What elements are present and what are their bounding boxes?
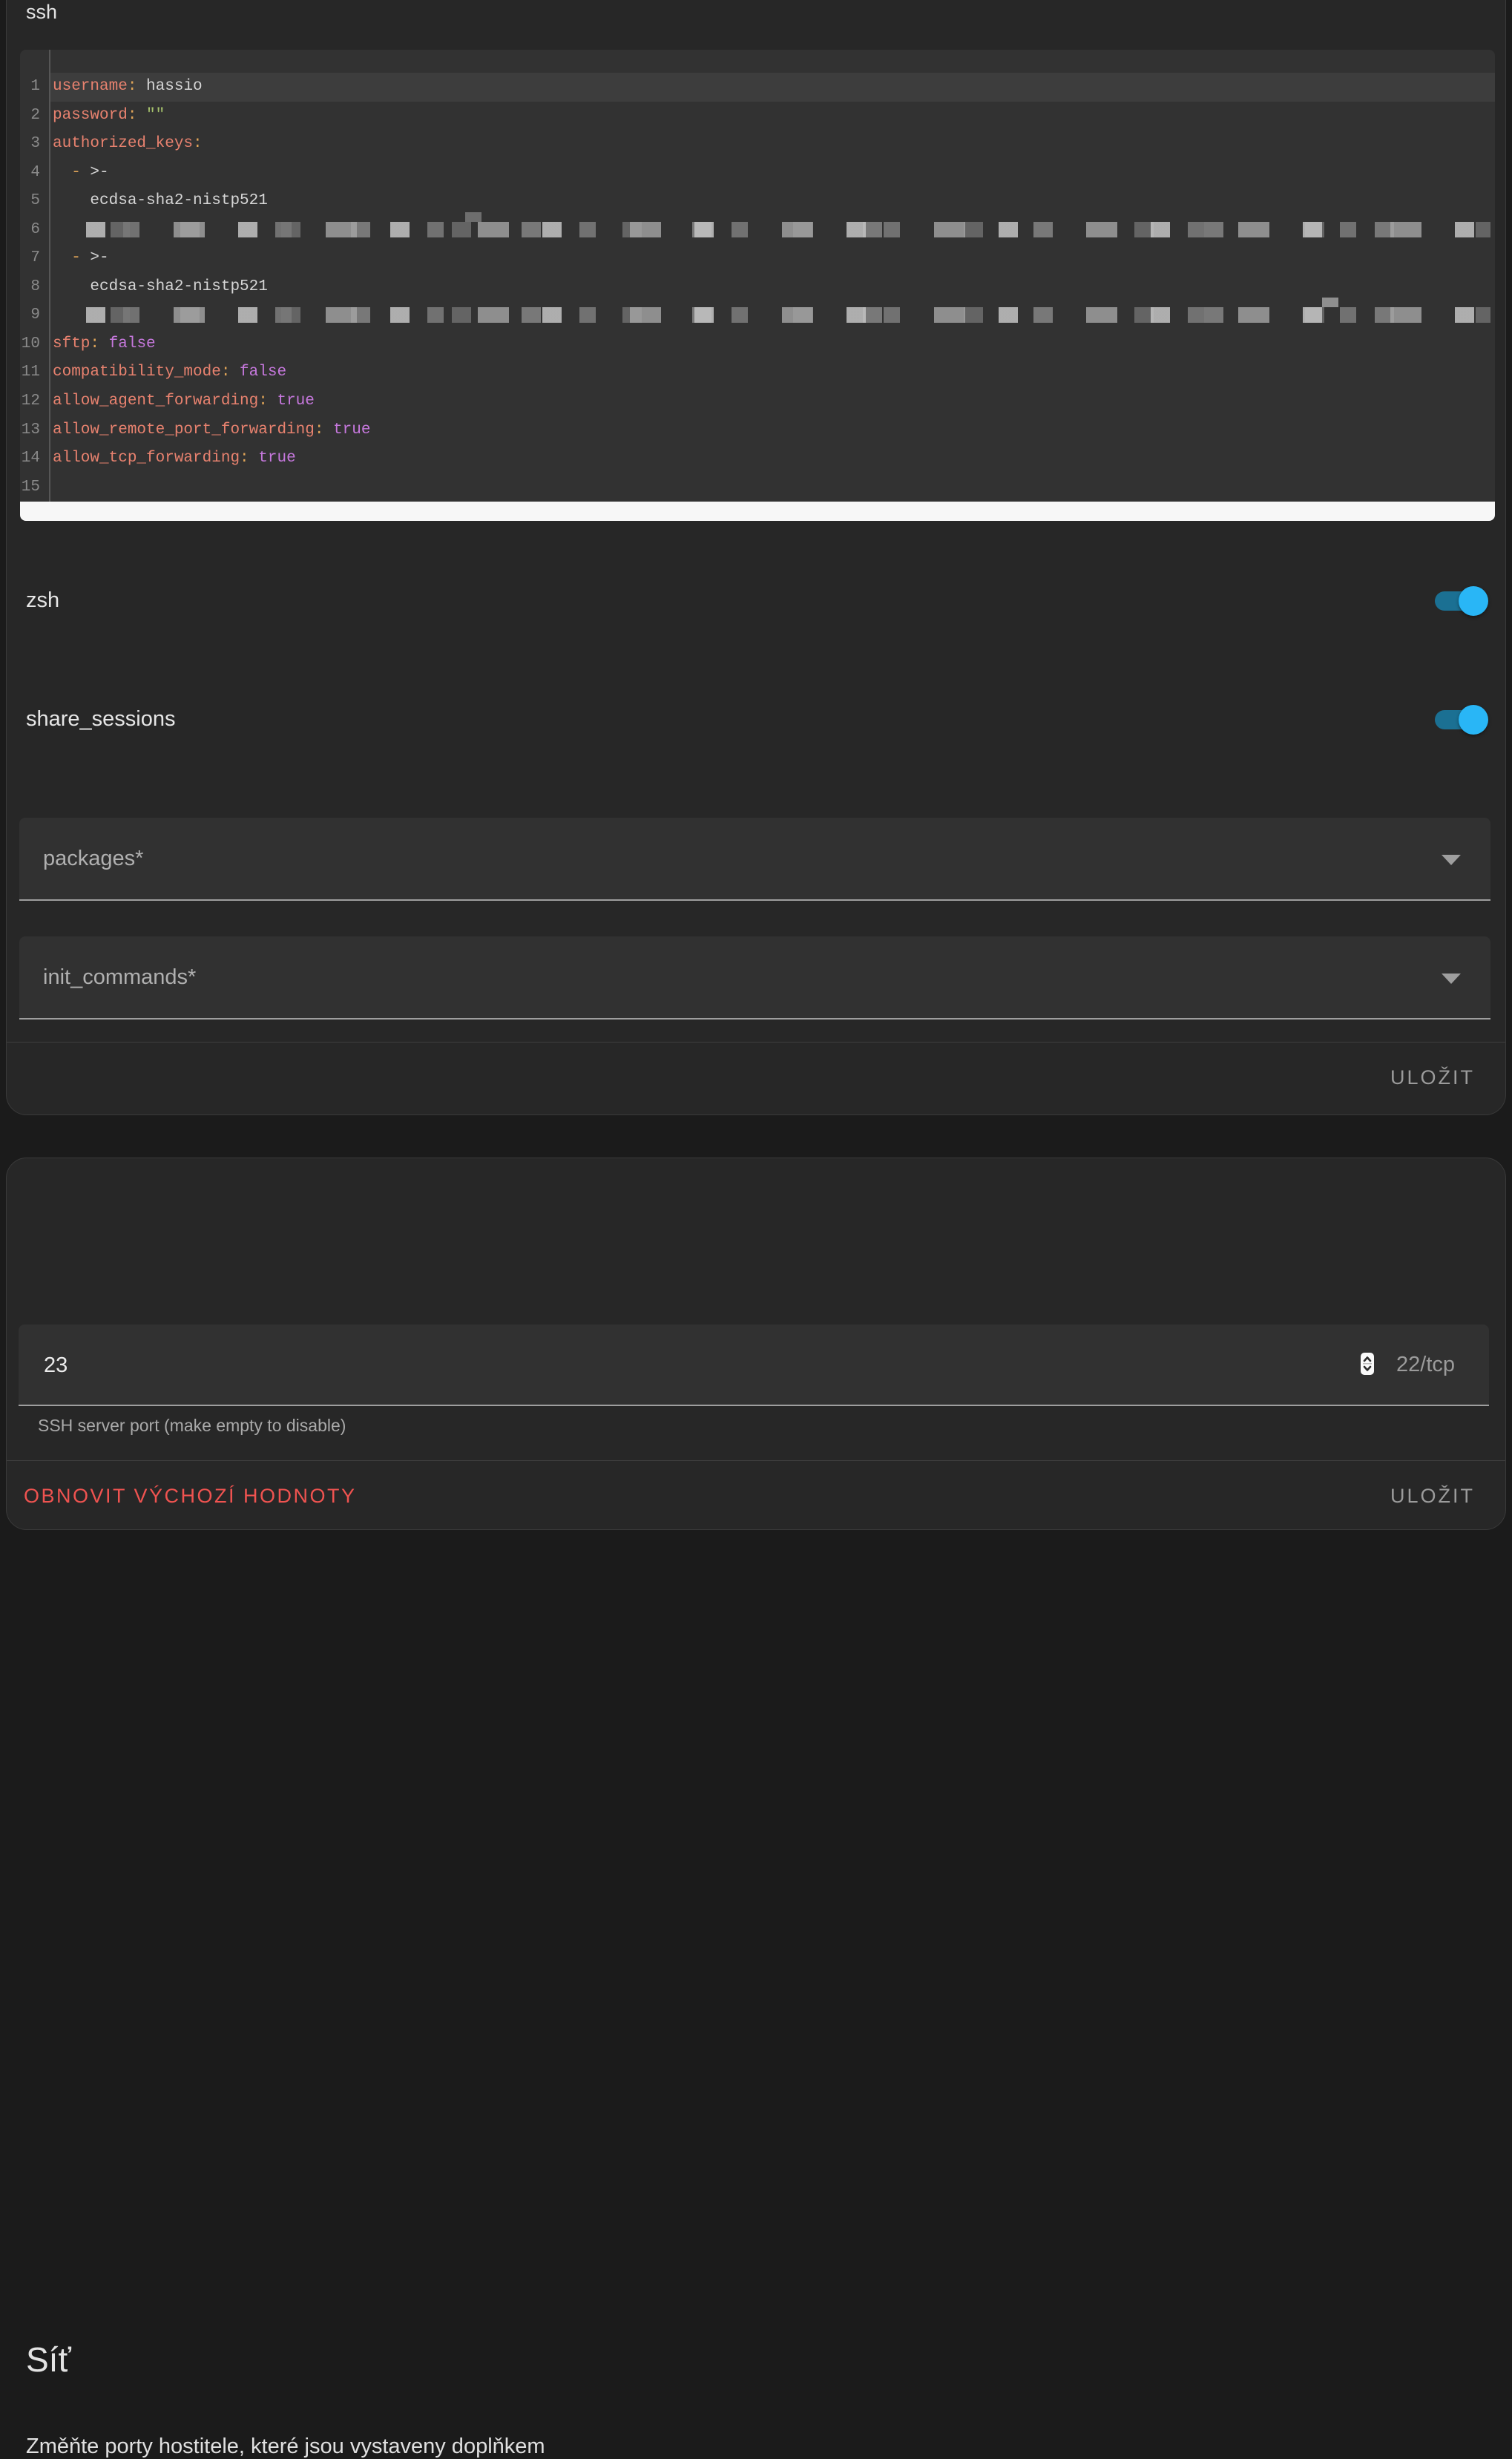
line-number: 5: [20, 187, 49, 216]
code-line: [50, 216, 1495, 245]
line-number: 9: [20, 301, 49, 330]
toggle-thumb: [1459, 705, 1488, 735]
share-sessions-toggle[interactable]: [1435, 705, 1488, 735]
editor-horizontal-scrollbar[interactable]: [20, 502, 1495, 521]
line-number: 3: [20, 130, 49, 159]
code-line: [50, 301, 1495, 330]
save-button[interactable]: ULOŽIT: [1390, 1485, 1475, 1508]
save-button[interactable]: ULOŽIT: [1390, 1066, 1475, 1089]
redacted-key-blur: [86, 222, 1490, 237]
code-line: - >-: [50, 244, 1495, 273]
zsh-label: zsh: [26, 588, 59, 613]
line-number: 15: [20, 473, 49, 502]
line-number: 12: [20, 387, 49, 416]
line-number: 11: [20, 358, 49, 387]
line-number: 13: [20, 416, 49, 445]
network-description: Změňte porty hostitele, které jsou vysta…: [26, 2435, 545, 2459]
code-line: allow_remote_port_forwarding: true: [50, 416, 1495, 445]
config-footer-divider: [7, 1042, 1505, 1043]
port-mapping-label: 22/tcp: [1396, 1324, 1455, 1405]
code-line: allow_agent_forwarding: true: [50, 387, 1495, 416]
chevron-down-icon: [1442, 855, 1461, 865]
init-commands-select-label: init_commands*: [43, 965, 196, 990]
editor-code[interactable]: username: hassiopassword: ""authorized_k…: [50, 50, 1495, 502]
code-line: ecdsa-sha2-nistp521: [50, 273, 1495, 302]
port-helper-text: SSH server port (make empty to disable): [38, 1416, 346, 1436]
line-number: 1: [20, 73, 49, 102]
line-number: 2: [20, 102, 49, 131]
line-number: 4: [20, 159, 49, 188]
toggle-thumb: [1459, 586, 1488, 616]
code-line: password: "": [50, 102, 1495, 131]
port-field: 22/tcp: [19, 1324, 1489, 1406]
line-number: 6: [20, 216, 49, 245]
code-line: sftp: false: [50, 330, 1495, 359]
code-line: username: hassio: [50, 73, 1495, 102]
editor-gutter: 123456789101112131415: [20, 50, 50, 502]
packages-select-label: packages*: [43, 847, 143, 871]
number-stepper[interactable]: [1361, 1353, 1374, 1375]
code-line: allow_tcp_forwarding: true: [50, 444, 1495, 473]
chevron-down-icon: [1442, 974, 1461, 984]
packages-select[interactable]: packages*: [19, 818, 1490, 901]
ssh-port-input[interactable]: [42, 1324, 713, 1406]
stepper-arrows-icon: [1361, 1353, 1374, 1375]
network-footer-divider: [7, 1460, 1505, 1461]
zsh-toggle[interactable]: [1435, 586, 1488, 616]
config-card: ssh 123456789101112131415 username: hass…: [6, 0, 1506, 1115]
code-line: compatibility_mode: false: [50, 358, 1495, 387]
code-line: - >-: [50, 159, 1495, 188]
line-number: 14: [20, 444, 49, 473]
code-line: ecdsa-sha2-nistp521: [50, 187, 1495, 216]
code-line: [50, 473, 1495, 502]
init-commands-select[interactable]: init_commands*: [19, 936, 1490, 1020]
redacted-key-blur: [86, 307, 1490, 323]
ssh-field-label: ssh: [26, 1, 57, 24]
share-sessions-label: share_sessions: [26, 707, 176, 732]
line-number: 10: [20, 330, 49, 359]
yaml-editor[interactable]: 123456789101112131415 username: hassiopa…: [20, 50, 1495, 521]
line-number: 8: [20, 273, 49, 302]
network-title: Síť: [26, 2340, 71, 2380]
code-line: authorized_keys:: [50, 130, 1495, 159]
reset-defaults-button[interactable]: OBNOVIT VÝCHOZÍ HODNOTY: [24, 1485, 357, 1508]
line-number: 7: [20, 244, 49, 273]
